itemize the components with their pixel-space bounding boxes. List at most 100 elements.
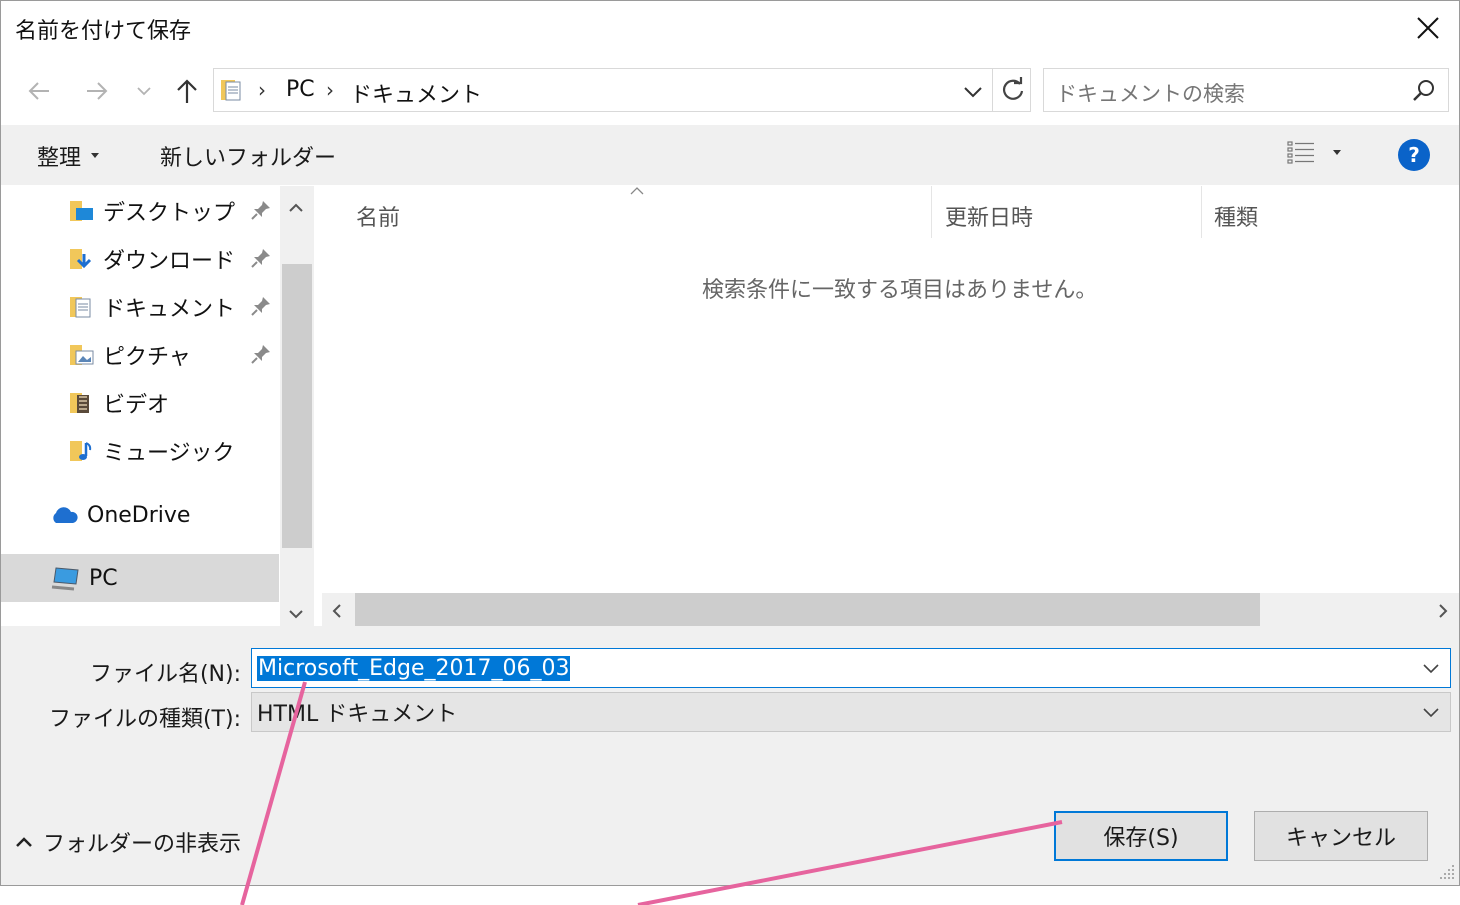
column-divider[interactable] [1201,186,1202,238]
refresh-icon [1002,77,1024,100]
chevron-up-icon [16,837,32,847]
chevron-right-icon [1439,604,1448,618]
nav-vertical-scrollbar[interactable] [280,186,314,626]
recent-locations-button[interactable] [129,71,159,111]
scroll-left-button[interactable] [332,603,342,622]
breadcrumb-separator: › [326,78,334,102]
search-placeholder: ドキュメントの検索 [1056,82,1245,106]
pictures-folder-icon [70,345,94,365]
nav-item-label: デスクトップ [103,201,236,226]
nav-item-pictures[interactable]: ピクチャ [1,332,279,378]
filename-label: ファイル名(N): [89,662,241,687]
nav-item-label: ダウンロード [103,249,236,274]
scroll-up-button[interactable] [289,198,303,217]
new-folder-button[interactable]: 新しいフォルダー [160,140,336,172]
save-button[interactable]: 保存(S) [1054,811,1228,861]
documents-folder-icon [221,80,241,101]
documents-folder-icon [70,297,91,318]
forward-button[interactable] [79,71,115,111]
arrow-left-icon [28,82,49,100]
nav-item-desktop[interactable]: デスクトップ [1,188,279,234]
help-icon: ? [1408,143,1420,167]
nav-item-onedrive[interactable]: OneDrive [1,492,279,538]
help-button[interactable]: ? [1398,139,1430,171]
breadcrumb-pc[interactable]: PC [286,77,315,102]
breadcrumb-separator: › [258,78,266,102]
resize-grip-icon[interactable] [1439,864,1455,880]
address-divider [992,69,993,111]
hide-folders-button[interactable]: フォルダーの非表示 [15,826,241,858]
chevron-down-icon[interactable] [1422,659,1440,677]
save-as-dialog: 名前を付けて保存 › PC › ドキュメント ドキュメントの検索 整理 新しいフ… [0,0,1460,886]
scroll-right-button[interactable] [1438,603,1448,622]
hide-folders-label: フォルダーの非表示 [43,832,242,857]
pin-icon [251,297,270,316]
scroll-down-button[interactable] [289,604,303,623]
breadcrumb-documents[interactable]: ドキュメント [350,77,482,109]
chevron-down-icon [1423,708,1439,718]
new-folder-label: 新しいフォルダー [160,146,337,171]
downloads-folder-icon [70,249,92,269]
horizontal-scrollbar[interactable] [322,593,1459,626]
music-folder-icon [70,441,92,461]
filetype-label: ファイルの種類(T): [48,707,241,732]
nav-item-documents[interactable]: ドキュメント [1,284,279,330]
computer-icon [51,567,79,591]
column-header-date-modified[interactable]: 更新日時 [945,200,1033,232]
chevron-left-icon [332,604,341,618]
caret-down-icon [1333,150,1341,155]
nav-item-videos[interactable]: ビデオ [1,380,279,426]
videos-folder-icon [70,393,89,413]
empty-message: 検索条件に一致する項目はありません。 [702,278,1098,303]
nav-item-music[interactable]: ミュージック [1,428,279,474]
caret-down-icon [91,153,100,158]
filetype-select[interactable]: HTML ドキュメント [251,692,1451,732]
cancel-button[interactable]: キャンセル [1254,811,1428,861]
nav-item-label: PC [89,565,118,591]
nav-item-label: ピクチャ [103,345,191,370]
navigation-pane: デスクトップ ダウンロード ドキュメント ピクチャ ビデオ ミュージック One… [1,186,314,626]
details-view-icon [1287,141,1314,164]
back-button[interactable] [21,71,57,111]
toolbar: 整理 新しいフォルダー ? [1,125,1459,185]
refresh-button[interactable] [1000,77,1026,107]
chevron-down-icon [137,87,151,96]
column-header-type[interactable]: 種類 [1214,200,1258,232]
view-options-button[interactable] [1287,140,1341,166]
column-header-name[interactable]: 名前 [356,200,400,232]
arrow-up-icon [177,79,197,103]
nav-item-pc[interactable]: PC [1,554,279,602]
cloud-icon [53,507,78,523]
close-icon [1417,17,1439,39]
pin-icon [251,201,270,220]
sort-ascending-icon [630,187,644,195]
filetype-value: HTML ドキュメント [257,702,458,727]
scrollbar-thumb[interactable] [282,264,312,548]
filename-value: Microsoft_Edge_2017_06_03 [257,655,571,681]
filename-input[interactable]: Microsoft_Edge_2017_06_03 [251,648,1451,688]
column-divider[interactable] [931,186,932,238]
dialog-title: 名前を付けて保存 [15,19,192,44]
address-dropdown-button[interactable] [964,83,982,102]
nav-item-label: ミュージック [103,441,235,466]
scrollbar-thumb[interactable] [355,593,1260,626]
organize-button[interactable]: 整理 [37,140,100,172]
nav-item-label: ドキュメント [103,297,236,322]
nav-item-label: ビデオ [103,393,170,418]
nav-item-label: OneDrive [87,502,191,528]
search-icon [1413,80,1434,101]
nav-item-downloads[interactable]: ダウンロード [1,236,279,282]
save-options-panel: ファイル名(N): Microsoft_Edge_2017_06_03 ファイル… [1,626,1459,885]
arrow-right-icon [87,82,108,100]
file-list: 名前 更新日時 種類 検索条件に一致する項目はありません。 [317,186,1459,626]
organize-label: 整理 [37,146,82,171]
address-bar[interactable]: › PC › ドキュメント [213,68,1031,112]
pin-icon [251,249,270,268]
desktop-folder-icon [70,201,93,221]
chevron-down-icon [964,87,982,98]
chevron-down-icon [289,610,303,619]
search-box[interactable]: ドキュメントの検索 [1043,68,1449,112]
close-button[interactable] [1405,5,1451,51]
chevron-up-icon [289,203,303,212]
up-button[interactable] [169,71,205,111]
